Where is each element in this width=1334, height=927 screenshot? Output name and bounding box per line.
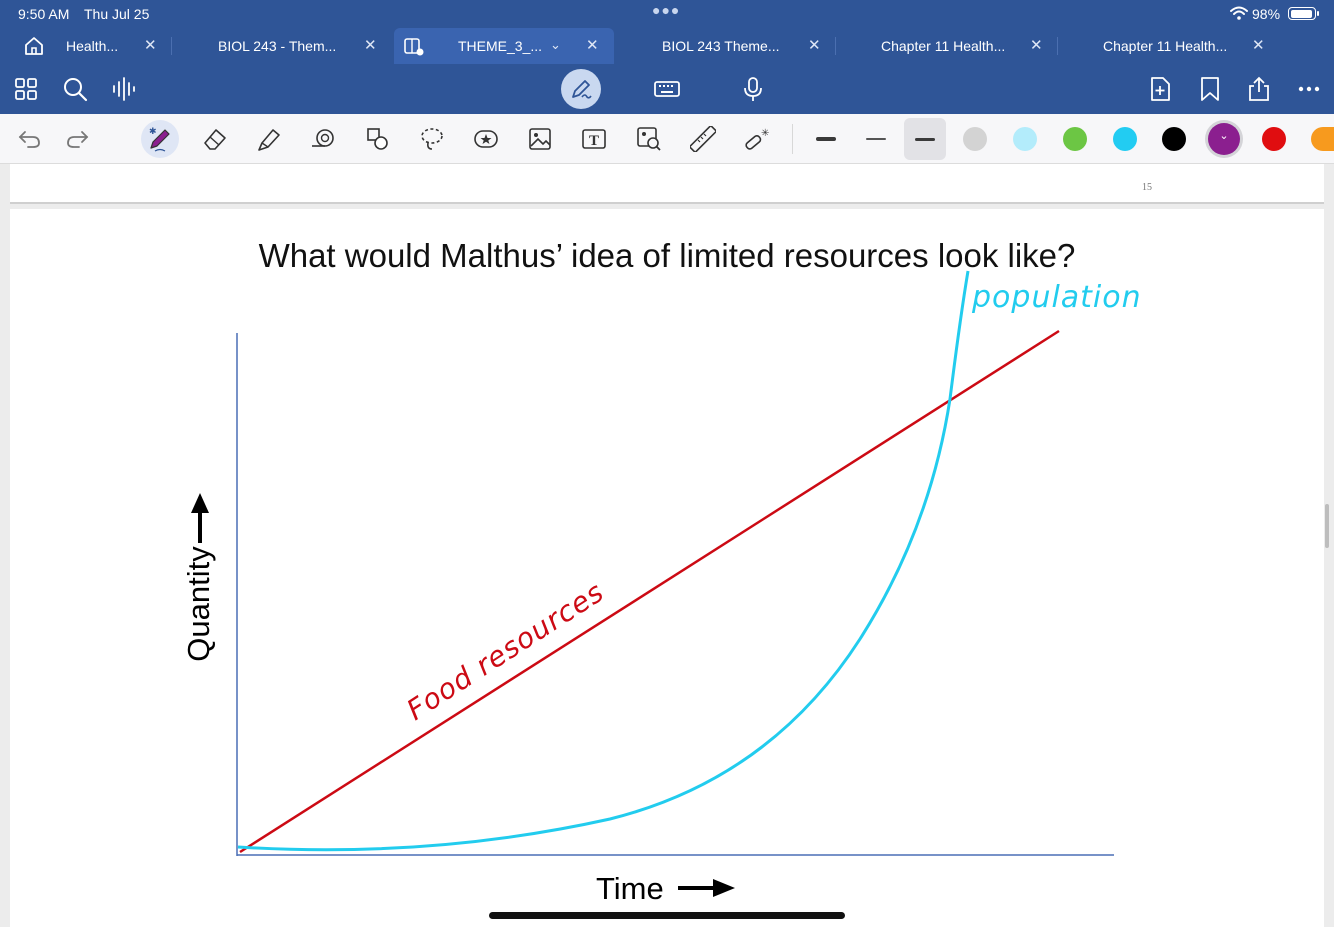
- highlighter-icon[interactable]: [256, 126, 282, 152]
- audio-waveform-icon[interactable]: [111, 76, 137, 102]
- status-time: 9:50 AM: [18, 6, 70, 22]
- document-tab-bar: Health... ✕ BIOL 243 - Them... ✕ THEME_3…: [0, 28, 1334, 64]
- tape-icon[interactable]: [310, 126, 336, 152]
- stroke-medium-option[interactable]: [915, 138, 935, 141]
- pen-mode-button[interactable]: [561, 69, 601, 109]
- tab-2-label: BIOL 243 - Them...: [218, 38, 337, 54]
- add-page-icon[interactable]: [1147, 76, 1173, 102]
- battery-icon: [1288, 7, 1319, 20]
- tab-2[interactable]: BIOL 243 - Them... ✕: [172, 28, 394, 64]
- x-axis-arrow-icon: [678, 879, 735, 897]
- vertical-scroll-indicator[interactable]: [1325, 504, 1329, 548]
- tab-3-active[interactable]: THEME_3_... ⌄ ✕: [394, 28, 614, 64]
- eraser-icon[interactable]: [202, 126, 228, 152]
- close-icon[interactable]: ✕: [144, 36, 157, 54]
- previous-page: 15: [10, 164, 1324, 204]
- chevron-down-icon[interactable]: ⌄: [550, 37, 561, 53]
- x-axis-label: Time: [596, 871, 664, 906]
- image-search-icon[interactable]: [636, 126, 662, 152]
- tab-1[interactable]: Health... ✕: [54, 28, 172, 64]
- drawing-toolbar: ✱ T ✳ ⌄: [0, 114, 1334, 164]
- pen-mode-icon: [572, 80, 592, 99]
- svg-text:✱: ✱: [149, 126, 157, 136]
- tab-1-label: Health...: [66, 38, 119, 54]
- main-toolbar: [0, 64, 1334, 114]
- multitasking-dots-icon[interactable]: ●●●: [652, 2, 680, 18]
- color-swatch-6[interactable]: [1262, 127, 1286, 151]
- keyboard-icon[interactable]: [654, 76, 680, 102]
- image-icon[interactable]: [527, 126, 553, 152]
- tab-4-label: BIOL 243 Theme...: [662, 38, 780, 54]
- wifi-icon: [1230, 6, 1248, 20]
- food-resources-line: [239, 329, 1060, 854]
- tab-6-label: Chapter 11 Health...: [1103, 38, 1228, 54]
- close-icon[interactable]: ✕: [1030, 36, 1043, 54]
- sticker-icon[interactable]: [473, 126, 499, 152]
- stroke-thick-option[interactable]: [816, 137, 836, 141]
- toolbar-separator: [792, 124, 793, 154]
- y-axis-label: Quantity: [181, 546, 216, 662]
- home-icon[interactable]: [24, 36, 44, 56]
- current-page[interactable]: What would Malthus’ idea of limited reso…: [10, 209, 1324, 927]
- share-icon[interactable]: [1246, 76, 1272, 102]
- tab-4[interactable]: BIOL 243 Theme... ✕: [614, 28, 836, 64]
- stroke-thin-option[interactable]: [866, 138, 886, 140]
- page-number: 15: [1142, 182, 1152, 193]
- color-swatch-1[interactable]: [1013, 127, 1037, 151]
- bookmark-icon[interactable]: [1197, 76, 1223, 102]
- grid-icon[interactable]: [13, 76, 39, 102]
- status-date: Thu Jul 25: [84, 6, 150, 22]
- color-swatch-5-selected[interactable]: ⌄: [1208, 123, 1240, 155]
- color-swatch-2[interactable]: [1063, 127, 1087, 151]
- tab-6[interactable]: Chapter 11 Health... ✕: [1058, 28, 1280, 64]
- pen-icon: ✱: [149, 126, 170, 152]
- svg-text:✳: ✳: [761, 128, 769, 139]
- undo-icon[interactable]: [16, 126, 42, 152]
- close-icon[interactable]: ✕: [586, 36, 599, 54]
- microphone-icon[interactable]: [740, 76, 766, 102]
- color-swatch-3[interactable]: [1113, 127, 1137, 151]
- color-swatch-4[interactable]: [1162, 127, 1186, 151]
- search-icon[interactable]: [62, 76, 88, 102]
- color-swatch-0[interactable]: [963, 127, 987, 151]
- shapes-icon[interactable]: [365, 126, 391, 152]
- status-bar: 9:50 AM Thu Jul 25 ●●● 98%: [0, 0, 1334, 28]
- tab-5[interactable]: Chapter 11 Health... ✕: [836, 28, 1058, 64]
- more-icon[interactable]: [1296, 76, 1322, 102]
- tab-5-label: Chapter 11 Health...: [881, 38, 1006, 54]
- population-curve: [237, 270, 970, 852]
- horizontal-scroll-bar[interactable]: [489, 912, 845, 919]
- food-resources-annotation: Food resources: [401, 575, 610, 727]
- population-annotation: population: [971, 280, 1142, 315]
- close-icon[interactable]: ✕: [808, 36, 821, 54]
- pen-tool-button[interactable]: ✱: [141, 120, 179, 158]
- tab-3-label: THEME_3_...: [458, 38, 543, 54]
- svg-text:T: T: [589, 133, 599, 149]
- laser-pointer-icon[interactable]: ✳: [744, 126, 770, 152]
- close-icon[interactable]: ✕: [1252, 36, 1265, 54]
- ruler-icon[interactable]: [688, 124, 718, 154]
- text-box-icon[interactable]: T: [581, 126, 607, 152]
- lasso-icon[interactable]: [419, 126, 445, 152]
- redo-icon[interactable]: [65, 126, 91, 152]
- split-view-icon[interactable]: [404, 38, 424, 56]
- color-swatch-7[interactable]: [1311, 127, 1334, 151]
- battery-percent: 98%: [1252, 6, 1281, 22]
- document-canvas[interactable]: 15 What would Malthus’ idea of limited r…: [0, 164, 1334, 927]
- close-icon[interactable]: ✕: [364, 36, 377, 54]
- chevron-down-icon: ⌄: [1219, 130, 1229, 142]
